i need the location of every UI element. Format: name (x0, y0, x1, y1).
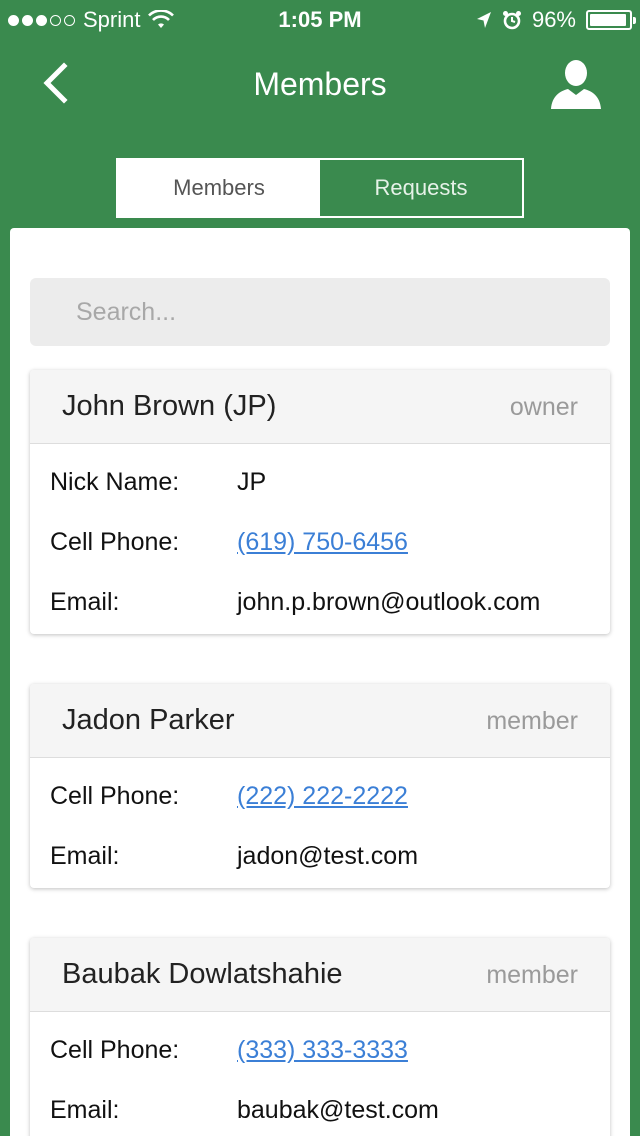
tab-members[interactable]: Members (118, 160, 320, 216)
field-label: Cell Phone: (50, 528, 180, 556)
battery-icon (586, 10, 636, 30)
phone-link[interactable]: (619) 750-6456 (237, 528, 408, 557)
email-value: baubak@test.com (237, 1096, 439, 1124)
member-name: Baubak Dowlatshahie (62, 958, 343, 990)
field-label: Cell Phone: (50, 782, 180, 810)
member-name: John Brown (JP) (62, 390, 277, 422)
profile-button[interactable] (548, 56, 604, 112)
status-bar: Sprint 1:05 PM 96% (0, 0, 640, 40)
battery-percent: 96% (531, 7, 576, 32)
member-details: Cell Phone: (222) 222-2222 Email: jadon@… (30, 758, 610, 888)
member-role: owner (509, 393, 578, 421)
member-card[interactable]: Baubak Dowlatshahie member Cell Phone: (… (30, 938, 610, 1136)
member-card[interactable]: Jadon Parker member Cell Phone: (222) 22… (30, 684, 610, 888)
detail-row-email: Email: baubak@test.com (30, 1082, 610, 1136)
field-label: Email: (50, 588, 120, 616)
member-role: member (486, 707, 578, 735)
email-value: john.p.brown@outlook.com (237, 588, 541, 616)
field-label: Email: (50, 842, 120, 870)
detail-row-nickname: Nick Name: JP (30, 454, 610, 514)
status-right: 96% (476, 7, 636, 33)
search-input[interactable] (30, 278, 610, 346)
detail-row-email: Email: john.p.brown@outlook.com (30, 574, 610, 634)
detail-row-email: Email: jadon@test.com (30, 828, 610, 888)
nav-bar: Members (0, 40, 640, 130)
member-card-header: Jadon Parker member (30, 684, 610, 758)
member-name: Jadon Parker (62, 704, 235, 736)
email-value: jadon@test.com (237, 842, 419, 870)
member-role: member (486, 961, 578, 989)
detail-row-phone: Cell Phone: (619) 750-6456 (30, 514, 610, 574)
location-arrow-icon (476, 12, 491, 28)
member-card[interactable]: John Brown (JP) owner Nick Name: JP Cell… (30, 370, 610, 634)
phone-link[interactable]: (333) 333-3333 (237, 1036, 408, 1065)
member-card-header: John Brown (JP) owner (30, 370, 610, 444)
member-details: Cell Phone: (333) 333-3333 Email: baubak… (30, 1012, 610, 1136)
field-label: Email: (50, 1096, 120, 1124)
alarm-icon (502, 11, 521, 30)
battery-fill (590, 14, 627, 26)
field-label: Cell Phone: (50, 1036, 180, 1064)
phone-link[interactable]: (222) 222-2222 (237, 782, 408, 811)
detail-row-phone: Cell Phone: (222) 222-2222 (30, 768, 610, 828)
field-label: Nick Name: (50, 468, 180, 496)
member-details: Nick Name: JP Cell Phone: (619) 750-6456… (30, 444, 610, 634)
page-title: Members (253, 66, 387, 102)
nickname-value: JP (237, 468, 267, 496)
segmented-tabs: Members Requests (116, 158, 524, 218)
detail-row-phone: Cell Phone: (333) 333-3333 (30, 1022, 610, 1082)
members-panel: John Brown (JP) owner Nick Name: JP Cell… (10, 228, 630, 1136)
user-icon (551, 60, 601, 109)
tab-requests[interactable]: Requests (320, 160, 522, 216)
member-card-header: Baubak Dowlatshahie member (30, 938, 610, 1012)
